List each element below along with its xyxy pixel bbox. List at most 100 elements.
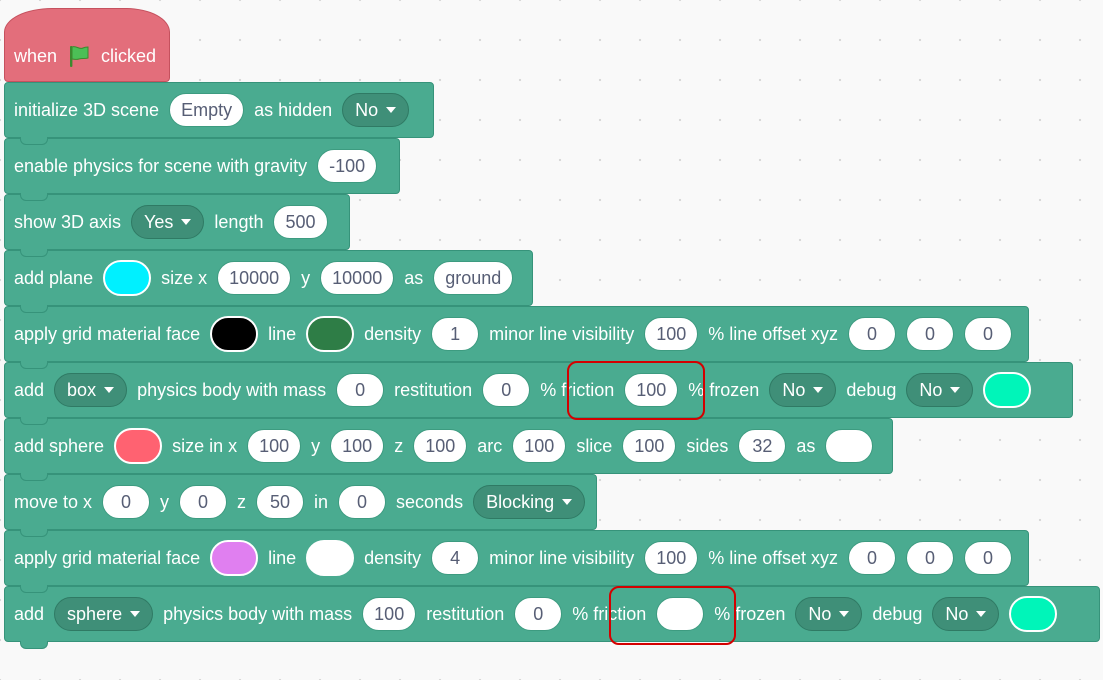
shape-dropdown[interactable]: sphere [54,597,154,631]
block-label: z [394,435,404,456]
when-flag-clicked-hat-block[interactable]: when clicked [4,8,170,82]
block-label: in [314,491,329,512]
apply-grid-material-block[interactable]: apply grid material face line density 1 … [4,306,1029,369]
debug-dropdown[interactable]: No [932,597,1000,631]
dropdown-arrow-icon [386,107,397,113]
apply-grid-material-block[interactable]: apply grid material face line density 4 … [4,530,1029,593]
block-label: minor line visibility [489,323,635,344]
show-axis-dropdown[interactable]: Yes [131,205,205,239]
plane-color-picker[interactable] [103,260,152,296]
offset-z-input[interactable]: 0 [964,317,1012,351]
face-color-picker[interactable] [210,540,259,576]
plane-size-y-input[interactable]: 10000 [320,261,395,295]
debug-value: No [945,603,969,624]
block-label: as hidden [254,99,333,120]
debug-color-picker[interactable] [983,372,1032,408]
block-label: line [268,547,297,568]
hidden-value: No [355,99,379,120]
block-label: % friction [540,379,615,400]
offset-y-input[interactable]: 0 [906,541,954,575]
dropdown-arrow-icon [976,611,987,617]
mass-input[interactable]: 100 [362,597,417,631]
enable-physics-block[interactable]: enable physics for scene with gravity -1… [4,138,400,201]
dropdown-arrow-icon [562,499,573,505]
face-color-picker[interactable] [210,316,259,352]
line-color-picker[interactable] [306,316,355,352]
sphere-sides-input[interactable]: 32 [738,429,787,463]
show-3d-axis-block[interactable]: show 3D axis Yes length 500 [4,194,350,257]
block-label: add plane [14,267,94,288]
restitution-input[interactable]: 0 [482,373,531,407]
block-label: y [311,435,321,456]
block-label: slice [576,435,613,456]
sphere-color-picker[interactable] [114,428,163,464]
offset-z-input[interactable]: 0 [964,541,1012,575]
sphere-name-input[interactable] [825,429,874,463]
move-y-input[interactable]: 0 [179,485,228,519]
blocking-mode-dropdown[interactable]: Blocking [473,485,586,519]
dropdown-arrow-icon [104,387,115,393]
add-physics-body-block[interactable]: add box physics body with mass 0 restitu… [4,362,1073,425]
debug-color-picker[interactable] [1009,596,1058,632]
frozen-value: No [808,603,832,624]
move-x-input[interactable]: 0 [102,485,151,519]
add-plane-block[interactable]: add plane size x 10000 y 10000 as ground [4,250,533,313]
density-input[interactable]: 1 [431,317,480,351]
hat-when-text: when [14,45,58,66]
block-label: debug [872,603,923,624]
move-seconds-input[interactable]: 0 [338,485,387,519]
sphere-size-z-input[interactable]: 100 [413,429,468,463]
block-label: sides [686,435,729,456]
axis-length-input[interactable]: 500 [273,205,328,239]
line-color-picker[interactable] [306,540,355,576]
offset-x-input[interactable]: 0 [848,541,896,575]
plane-size-x-input[interactable]: 10000 [217,261,292,295]
restitution-input[interactable]: 0 [514,597,563,631]
block-label: z [237,491,247,512]
block-label: add [14,379,45,400]
shape-dropdown[interactable]: box [54,373,128,407]
density-input[interactable]: 4 [431,541,480,575]
frozen-dropdown[interactable]: No [795,597,863,631]
block-label: y [301,267,311,288]
sphere-size-x-input[interactable]: 100 [247,429,302,463]
sphere-arc-input[interactable]: 100 [512,429,567,463]
sphere-slice-input[interactable]: 100 [622,429,677,463]
block-label: initialize 3D scene [14,99,160,120]
friction-input[interactable]: 100 [624,373,679,407]
debug-dropdown[interactable]: No [906,373,974,407]
mass-input[interactable]: 0 [336,373,385,407]
minor-line-visibility-input[interactable]: 100 [644,317,699,351]
offset-y-input[interactable]: 0 [906,317,954,351]
block-label: density [364,323,422,344]
frozen-dropdown[interactable]: No [769,373,837,407]
block-label: apply grid material face [14,323,201,344]
dropdown-arrow-icon [181,219,192,225]
dropdown-arrow-icon [130,611,141,617]
blocking-mode-value: Blocking [486,491,555,512]
block-label: y [160,491,170,512]
add-physics-body-block[interactable]: add sphere physics body with mass 100 re… [4,586,1100,649]
block-label: arc [477,435,503,456]
add-sphere-block[interactable]: add sphere size in x 100 y 100 z 100 arc… [4,418,893,481]
block-label: size in x [172,435,238,456]
move-z-input[interactable]: 50 [256,485,305,519]
plane-name-input[interactable]: ground [433,261,514,295]
block-label: enable physics for scene with gravity [14,155,308,176]
block-label: add sphere [14,435,105,456]
block-label: minor line visibility [489,547,635,568]
block-label: move to x [14,491,93,512]
gravity-input[interactable]: -100 [317,149,378,183]
sphere-size-y-input[interactable]: 100 [330,429,385,463]
minor-line-visibility-input[interactable]: 100 [644,541,699,575]
move-to-block[interactable]: move to x 0 y 0 z 50 in 0 seconds Blocki… [4,474,597,537]
hidden-dropdown[interactable]: No [342,93,410,127]
scene-type-input[interactable]: Empty [169,93,245,127]
debug-value: No [919,379,943,400]
hat-clicked-text: clicked [101,45,157,66]
friction-input[interactable] [656,597,705,631]
block-label: add [14,603,45,624]
block-label: line [268,323,297,344]
offset-x-input[interactable]: 0 [848,317,896,351]
initialize-3d-scene-block[interactable]: initialize 3D scene Empty as hidden No [4,82,434,145]
